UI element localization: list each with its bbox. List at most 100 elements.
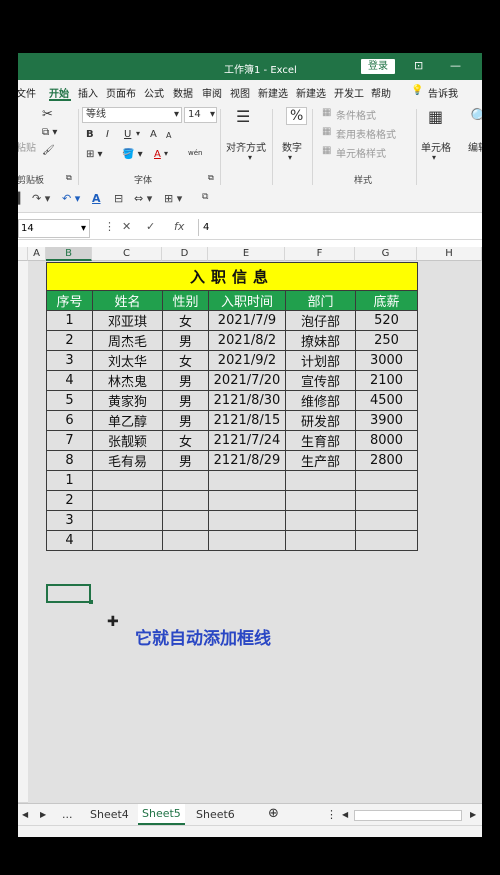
table-cell[interactable]: 邓亚琪 (92, 310, 163, 331)
table-cell[interactable]: 4 (46, 530, 93, 551)
font-color-dropdown-icon[interactable]: ▾ (164, 149, 168, 158)
table-cell[interactable] (92, 530, 163, 551)
table-cell[interactable]: 2100 (355, 370, 418, 391)
formula-options-icon[interactable]: ⋮ (104, 220, 115, 233)
table-cell[interactable] (285, 510, 356, 531)
table-cell[interactable]: 女 (162, 350, 209, 371)
editing-button[interactable]: 编辑 (468, 139, 482, 154)
table-cell[interactable]: 男 (162, 390, 209, 411)
borders-quick-icon[interactable]: ⊟ (114, 192, 123, 205)
login-button[interactable]: 登录 (361, 59, 395, 74)
font-size-select[interactable]: 14 ▾ (184, 107, 217, 123)
font-name-select[interactable]: 等线 ▾ (82, 107, 182, 123)
table-cell[interactable]: 8 (46, 450, 93, 471)
formula-input[interactable]: 4 (198, 219, 482, 236)
conditional-format-icon[interactable]: ▦ (322, 107, 331, 118)
fill-color-icon[interactable]: 🪣 ▾ (122, 149, 143, 160)
tab-insert[interactable]: 插入 (78, 85, 98, 100)
tab-file[interactable]: 文件 (18, 85, 36, 100)
table-cell[interactable]: 女 (162, 310, 209, 331)
table-cell[interactable]: 2121/8/30 (208, 390, 286, 411)
table-cell[interactable]: 2121/8/29 (208, 450, 286, 471)
table-cell[interactable]: 生产部 (285, 450, 356, 471)
table-cell[interactable]: 周杰毛 (92, 330, 163, 351)
table-cell[interactable]: 泡仔部 (285, 310, 356, 331)
alignment-dropdown-icon[interactable]: ▾ (248, 153, 252, 162)
table-cell[interactable] (162, 490, 209, 511)
table-cell[interactable]: 8000 (355, 430, 418, 451)
table-cell[interactable]: 2021/9/2 (208, 350, 286, 371)
tab-developer[interactable]: 开发工 (334, 85, 364, 100)
add-sheet-icon[interactable]: ⊕ (268, 806, 279, 821)
select-all-corner[interactable] (18, 247, 28, 261)
font-launcher-icon[interactable]: ⧉ (208, 173, 214, 183)
table-cell[interactable] (208, 530, 286, 551)
header-cell[interactable]: 姓名 (92, 290, 163, 311)
customize-quick-icon[interactable]: ⧉ (202, 192, 208, 202)
table-cell[interactable]: 2800 (355, 450, 418, 471)
format-painter-icon[interactable]: 🖌 (42, 145, 55, 156)
phonetic-button[interactable]: wén (188, 149, 202, 157)
row-header-strip[interactable] (18, 261, 28, 803)
table-cell[interactable]: 3900 (355, 410, 418, 431)
insert-function-icon[interactable]: fx (174, 220, 184, 233)
decrease-font-button[interactable]: A (166, 131, 171, 140)
table-cell[interactable] (208, 490, 286, 511)
table-cell[interactable]: 1 (46, 470, 93, 491)
table-cell[interactable]: 男 (162, 450, 209, 471)
table-cell[interactable]: 4500 (355, 390, 418, 411)
conditional-format-button[interactable]: 条件格式 (336, 107, 376, 122)
table-cell[interactable]: 女 (162, 430, 209, 451)
tab-page-layout[interactable]: 页面布 (106, 85, 136, 100)
columns-quick-icon[interactable]: ⊞ ▾ (164, 192, 182, 205)
table-cell[interactable]: 2 (46, 330, 93, 351)
tab-data[interactable]: 数据 (173, 85, 193, 100)
table-cell[interactable] (162, 530, 209, 551)
table-cell[interactable]: 林杰鬼 (92, 370, 163, 391)
column-header-c[interactable]: C (92, 247, 162, 261)
table-cell[interactable]: 张靓颖 (92, 430, 163, 451)
sheet-tab-6[interactable]: Sheet6 (196, 808, 235, 821)
table-cell[interactable]: 男 (162, 370, 209, 391)
column-header-h[interactable]: H (417, 247, 482, 261)
table-cell[interactable] (285, 530, 356, 551)
sheet-tab-5[interactable]: Sheet5 (138, 804, 185, 825)
align-quick-icon[interactable]: ⇔ ▾ (134, 192, 152, 205)
number-format-button[interactable]: 数字 (282, 139, 302, 154)
minimize-icon[interactable]: — (450, 59, 461, 72)
bold-button[interactable]: B (86, 129, 94, 140)
alignment-button[interactable]: 对齐方式 (226, 139, 266, 154)
font-color-quick-icon[interactable]: A (92, 192, 101, 205)
more-sheets-button[interactable]: ... (62, 808, 73, 821)
redo-icon[interactable]: ↷ ▾ (32, 192, 50, 205)
cells-dropdown-icon[interactable]: ▾ (432, 153, 436, 162)
header-cell[interactable]: 性别 (162, 290, 209, 311)
table-cell[interactable]: 男 (162, 330, 209, 351)
table-cell[interactable]: 毛有易 (92, 450, 163, 471)
name-box[interactable]: 14 ▾ (18, 219, 90, 238)
scroll-right-icon[interactable]: ▶ (40, 810, 46, 819)
column-header-b[interactable]: B (46, 247, 92, 261)
table-cell[interactable] (92, 470, 163, 491)
table-cell[interactable]: 2021/8/2 (208, 330, 286, 351)
table-cell[interactable] (285, 470, 356, 491)
table-cell[interactable]: 520 (355, 310, 418, 331)
table-cell[interactable]: 刘太华 (92, 350, 163, 371)
table-cell[interactable]: 5 (46, 390, 93, 411)
table-cell[interactable] (208, 470, 286, 491)
table-cell[interactable]: 3 (46, 510, 93, 531)
table-cell[interactable]: 250 (355, 330, 418, 351)
tab-home[interactable]: 开始 (49, 85, 69, 100)
tab-new-1[interactable]: 新建选 (258, 85, 288, 100)
table-cell[interactable]: 生育部 (285, 430, 356, 451)
table-cell[interactable]: 宣传部 (285, 370, 356, 391)
cells-icon[interactable]: ▦ (428, 107, 443, 126)
italic-button[interactable]: I (106, 129, 109, 140)
table-cell[interactable]: 黄家狗 (92, 390, 163, 411)
table-cell[interactable]: 3 (46, 350, 93, 371)
table-cell[interactable] (92, 510, 163, 531)
table-cell[interactable]: 男 (162, 410, 209, 431)
table-cell[interactable] (162, 510, 209, 531)
table-cell[interactable]: 1 (46, 310, 93, 331)
percent-button[interactable]: % (286, 107, 308, 125)
